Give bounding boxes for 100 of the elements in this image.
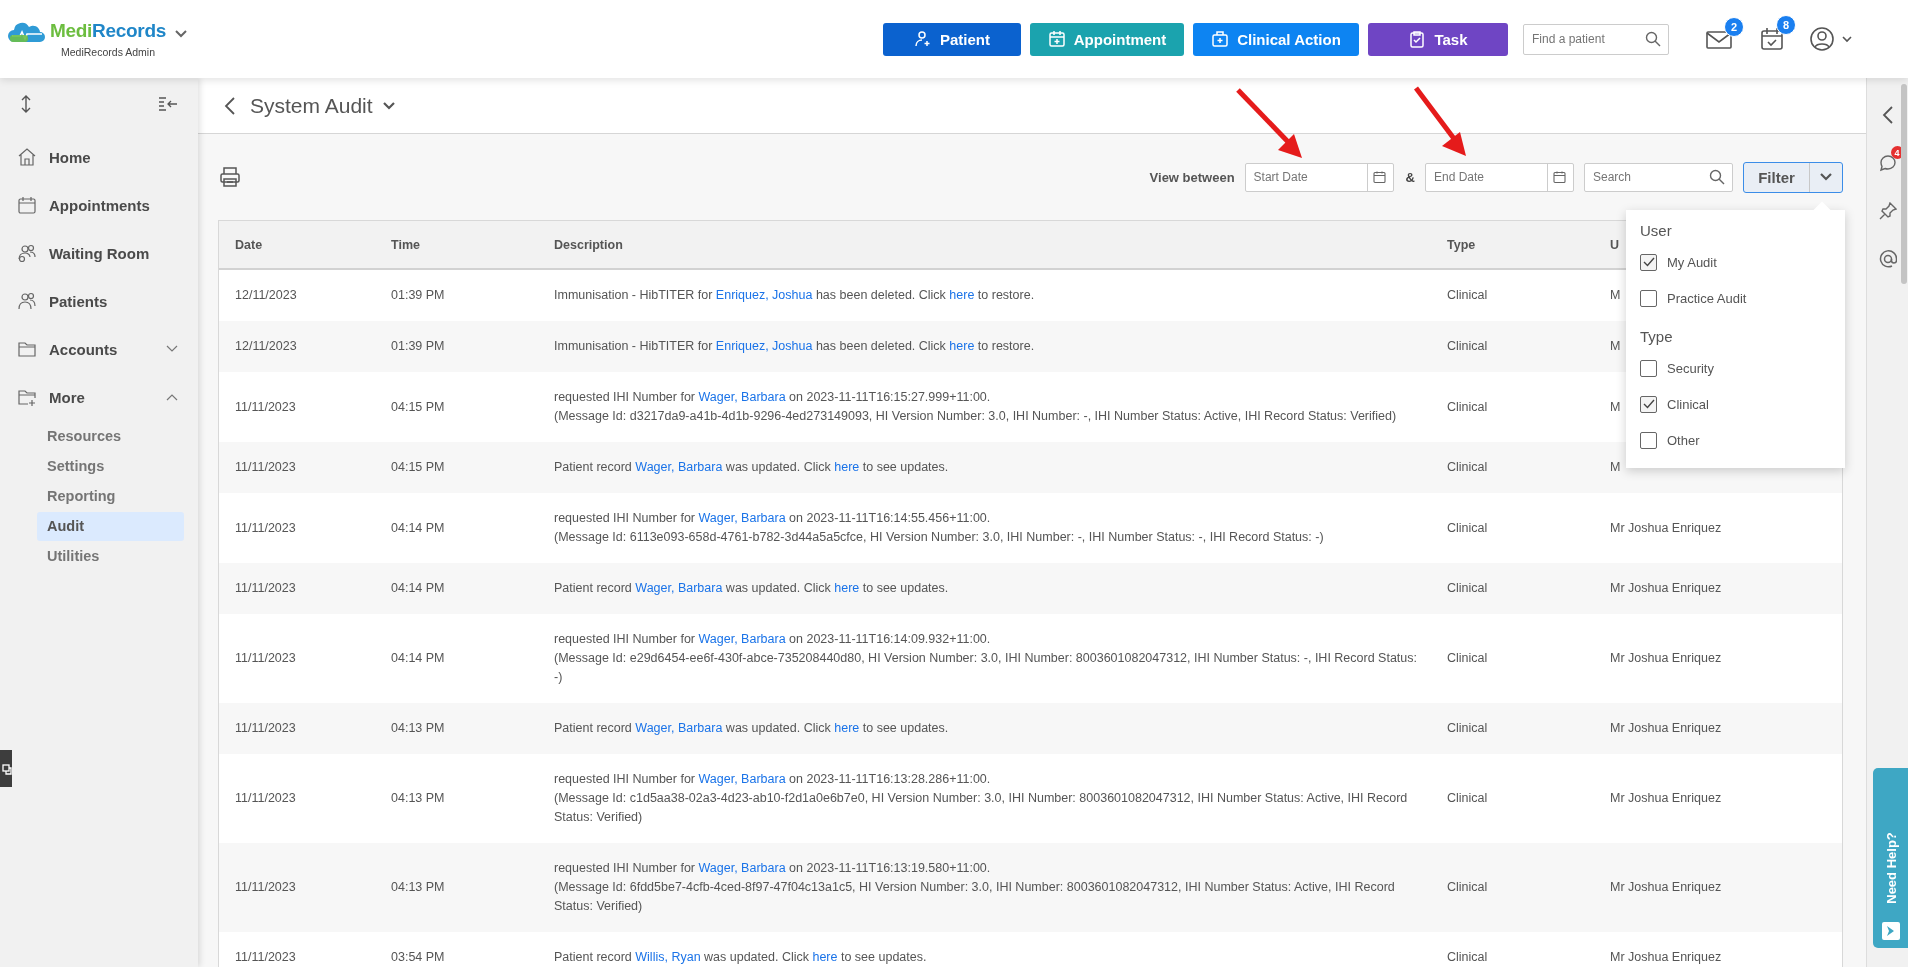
link[interactable]: here	[949, 288, 975, 302]
search-field[interactable]: Search	[1584, 162, 1733, 192]
caret-icon[interactable]	[382, 101, 395, 110]
link[interactable]: Wager, Barbara	[635, 581, 723, 595]
nav-item[interactable]: Appointments	[0, 181, 198, 229]
description-text: requested IHI Number for Wager, Barbara on 2023-11-11T16:13:28.286+11:00.	[554, 771, 991, 788]
checkbox[interactable]	[1640, 253, 1657, 271]
nav-item[interactable]: More	[0, 373, 198, 421]
option-label[interactable]: Practice Audit	[1667, 290, 1747, 306]
link[interactable]: here	[834, 721, 860, 735]
description-text: requested IHI Number for Wager, Barbara on 2023-11-11T16:13:19.580+11:00.	[554, 860, 991, 877]
unread-count-badge: 2	[1724, 17, 1744, 37]
calendar-plus-icon	[1047, 30, 1066, 48]
nav-subitem[interactable]: Resources	[37, 422, 184, 451]
nav-item[interactable]: Patients	[0, 277, 198, 325]
link[interactable]: here	[834, 581, 860, 595]
option-label[interactable]: Clinical	[1667, 396, 1709, 412]
search-icon	[1645, 31, 1661, 47]
user-cell-text: Mr Joshua Enriquez	[1610, 879, 1722, 896]
user-cell-text: Mr Joshua Enriquez	[1610, 519, 1722, 537]
nav-subitem[interactable]: Reporting	[37, 482, 184, 511]
nav-item[interactable]: Home	[0, 133, 198, 181]
action-button[interactable]: Clinical Action	[1193, 22, 1359, 56]
option-label[interactable]: Other	[1667, 432, 1700, 448]
nav-subitem[interactable]: Audit	[37, 512, 184, 541]
link[interactable]: here	[949, 339, 975, 353]
link[interactable]: Enriquez, Joshua	[715, 339, 813, 353]
link[interactable]: Enriquez, Joshua	[715, 288, 813, 302]
link[interactable]: Wager, Barbara	[698, 511, 786, 525]
user-avatar-icon[interactable]	[1809, 26, 1853, 52]
time-cell-text: 04:14 PM	[391, 519, 445, 537]
user-cell-text: Mr Joshua Enriquez	[1610, 580, 1722, 597]
time-cell-text: 04:15 PM	[391, 398, 445, 416]
link[interactable]: Wager, Barbara	[698, 632, 786, 646]
calendar-icon[interactable]	[1553, 170, 1566, 184]
description-text: Patient record Wager, Barbara was updated. Click here to see updates.	[554, 720, 949, 737]
date-cell-text: 11/11/2023	[235, 398, 296, 416]
end-date-field[interactable]: End Date	[1425, 162, 1574, 192]
description-text: Patient record Willis, Ryan was updated. Click here to see updates.	[554, 949, 927, 966]
time-cell-text: 01:39 PM	[391, 338, 445, 355]
description-text: requested IHI Number for Wager, Barbara on 2023-11-11T16:14:09.932+11:00.	[554, 631, 991, 648]
link[interactable]: here	[834, 460, 860, 474]
group-title: User	[1640, 221, 1673, 241]
chat-icon[interactable]	[1878, 154, 1897, 172]
nav-item[interactable]: Waiting Room	[0, 229, 198, 277]
folder-icon	[17, 339, 37, 359]
at-sign-icon[interactable]	[1878, 250, 1897, 268]
collapse-panel-icon[interactable]	[1881, 106, 1894, 124]
mail-icon[interactable]	[1705, 28, 1733, 50]
date-cell-text: 11/11/2023	[235, 580, 296, 597]
calendar-icon[interactable]	[1372, 170, 1386, 184]
checkbox[interactable]	[1640, 431, 1657, 449]
nav-item[interactable]: Accounts	[0, 325, 198, 373]
checkbox[interactable]	[1640, 395, 1657, 413]
back-icon[interactable]	[224, 96, 236, 115]
home-icon	[17, 147, 37, 167]
date-separator: &	[1405, 169, 1415, 185]
checkbox[interactable]	[1640, 289, 1657, 307]
expand-vertical-icon[interactable]	[20, 95, 32, 113]
action-button[interactable]: Patient	[883, 22, 1021, 56]
user-cell-text: Mr Joshua Enriquez	[1610, 650, 1722, 667]
start-date-field[interactable]: Start Date	[1244, 162, 1394, 192]
column-header[interactable]: Time	[391, 237, 420, 252]
column-header[interactable]: Description	[554, 237, 623, 252]
page-title: System Audit	[250, 93, 373, 118]
scrollbar[interactable]	[1901, 84, 1907, 284]
link[interactable]: Wager, Barbara	[698, 861, 786, 875]
link[interactable]: Wager, Barbara	[698, 390, 786, 404]
help-tab[interactable]: Need Help?	[1873, 768, 1908, 948]
option-label[interactable]: My Audit	[1667, 254, 1717, 270]
user-cell-text: Mr Joshua Enriquez	[1610, 720, 1722, 737]
action-button[interactable]: Appointment	[1030, 22, 1184, 56]
type-cell-text: Clinical	[1447, 459, 1488, 476]
option-label[interactable]: Security	[1667, 360, 1714, 376]
link[interactable]: here	[812, 950, 838, 964]
print-icon[interactable]	[219, 166, 241, 188]
pin-icon[interactable]	[1878, 202, 1897, 220]
chevron-down-icon[interactable]	[174, 29, 189, 39]
patient-search-field[interactable]: Find a patient	[1523, 23, 1669, 55]
user-cell-text: Mr Joshua Enriquez	[1610, 790, 1722, 807]
action-button[interactable]: Task	[1368, 22, 1508, 56]
link[interactable]: Wager, Barbara	[635, 721, 723, 735]
type-cell-text: Clinical	[1447, 790, 1488, 807]
checkbox[interactable]	[1640, 359, 1657, 377]
column-header[interactable]: U	[1610, 237, 1620, 252]
link[interactable]: Wager, Barbara	[635, 460, 723, 474]
description-text: Immunisation - HibTITER for Enriquez, Joshua has been deleted. Click here to restore.	[554, 338, 1035, 355]
calendar-icon	[17, 195, 37, 215]
type-cell-text: Clinical	[1447, 398, 1488, 416]
side-tab[interactable]	[0, 750, 12, 787]
date-cell-text: 11/11/2023	[235, 650, 296, 667]
column-header[interactable]: Date	[235, 237, 263, 252]
link[interactable]: Willis, Ryan	[635, 950, 701, 964]
column-header[interactable]: Type	[1447, 237, 1476, 252]
description-text: requested IHI Number for Wager, Barbara on 2023-11-11T16:15:27.999+11:00.	[554, 389, 991, 406]
nav-subitem[interactable]: Settings	[37, 452, 184, 481]
link[interactable]: Wager, Barbara	[698, 772, 786, 786]
collapse-sidebar-icon[interactable]	[158, 97, 178, 111]
calendar-check-icon[interactable]	[1759, 26, 1785, 52]
nav-subitem[interactable]: Utilities	[37, 542, 184, 571]
